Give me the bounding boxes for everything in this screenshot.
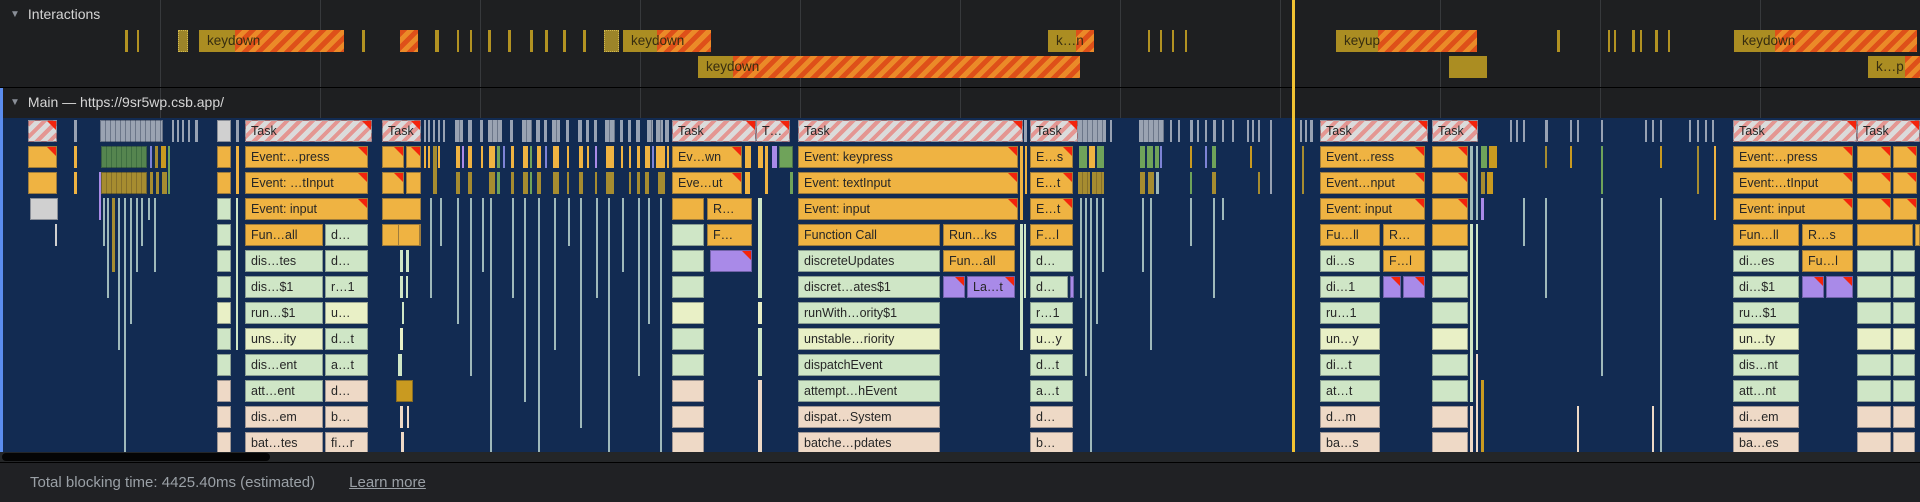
interaction-bar-striped-part (1775, 30, 1917, 52)
total-blocking-time-text: Total blocking time: 4425.40ms (estimate… (30, 474, 315, 491)
interaction-tick[interactable] (1185, 30, 1187, 52)
interaction-bar-striped-part (1378, 30, 1477, 52)
interaction-tick[interactable] (178, 30, 188, 52)
interaction-tick[interactable] (1172, 30, 1174, 52)
main-track-title: Main — https://9sr5wp.csb.app/ (28, 94, 224, 110)
interaction-tick[interactable] (362, 30, 365, 52)
collapse-triangle-icon: ▼ (10, 9, 20, 20)
interactions-track-title: Interactions (28, 6, 100, 22)
interaction-keydown[interactable]: keydown (623, 30, 711, 52)
interaction-tick[interactable] (1668, 30, 1670, 52)
interaction-k-n[interactable]: k…n (1048, 30, 1094, 52)
interaction-tick[interactable] (435, 30, 439, 52)
horizontal-scrollbar[interactable] (0, 452, 1920, 462)
interaction-tick[interactable] (137, 30, 139, 52)
interaction-tick[interactable] (488, 30, 491, 52)
main-track-header[interactable]: ▼ Main — https://9sr5wp.csb.app/ (10, 94, 224, 110)
interaction-tick[interactable] (545, 30, 548, 52)
collapse-triangle-icon: ▼ (10, 97, 20, 108)
interaction-tick[interactable] (530, 30, 533, 52)
interaction-bar-label: keydown (631, 30, 684, 52)
interaction-tick[interactable] (1557, 30, 1560, 52)
performance-panel: ▼ Interactions keydownkeydownk…nkeyupkey… (0, 0, 1920, 502)
interaction-tick[interactable] (457, 30, 459, 52)
selected-track-indicator (0, 88, 3, 452)
interaction-tick[interactable] (1614, 30, 1616, 52)
interaction-bar-label: keydown (706, 56, 759, 78)
interaction-tick[interactable] (508, 30, 511, 52)
status-bar: Total blocking time: 4425.40ms (estimate… (0, 462, 1920, 502)
interaction-keydown[interactable]: keydown (1734, 30, 1917, 52)
interaction-tick[interactable] (1632, 30, 1635, 52)
interaction-tick[interactable] (1148, 30, 1150, 52)
interaction-bar-label: k…n (1056, 30, 1084, 52)
interaction-keydown[interactable]: keydown (199, 30, 344, 52)
interaction-keydown[interactable]: keydown (698, 56, 1080, 78)
interaction-tick[interactable] (604, 30, 619, 52)
interaction-tick[interactable] (1160, 30, 1162, 52)
interaction-bar[interactable] (1449, 56, 1487, 78)
learn-more-link[interactable]: Learn more (349, 474, 426, 491)
interaction-tick[interactable] (1608, 30, 1610, 52)
interaction-tick[interactable] (1640, 30, 1642, 52)
interaction-bar-striped-part (400, 30, 418, 52)
interaction-tick[interactable] (125, 30, 128, 52)
timeline-marker-line (1292, 0, 1295, 452)
interaction-bar-label: k…p (1876, 56, 1904, 78)
scrollbar-thumb[interactable] (2, 453, 270, 461)
interaction-tick[interactable] (583, 30, 586, 52)
interaction-bar-striped-part (1905, 56, 1920, 78)
interaction-k-p[interactable]: k…p (1868, 56, 1920, 78)
interaction-bar-label: keyup (1344, 30, 1380, 52)
interaction-bar-label: keydown (207, 30, 260, 52)
interaction-bar[interactable] (400, 30, 418, 52)
interaction-keyup[interactable]: keyup (1336, 30, 1477, 52)
interactions-layer: keydown keydown k…n keyup keydown keydown k…p (0, 0, 1920, 502)
interaction-tick[interactable] (563, 30, 566, 52)
interactions-track-header[interactable]: ▼ Interactions (10, 6, 100, 22)
interaction-tick[interactable] (470, 30, 472, 52)
interaction-tick[interactable] (1655, 30, 1658, 52)
interaction-bar-label: keydown (1742, 30, 1795, 52)
interaction-bar-striped-part (733, 56, 1080, 78)
